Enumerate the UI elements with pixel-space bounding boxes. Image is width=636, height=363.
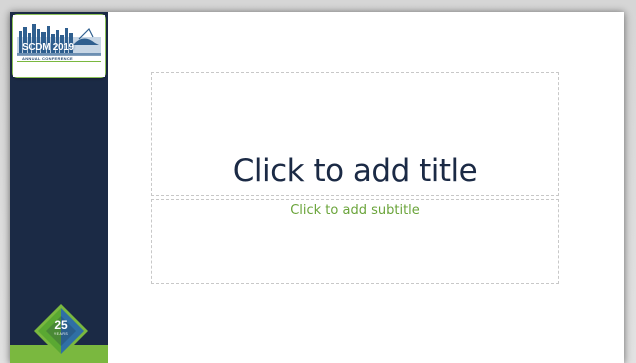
slide[interactable]: SCDM 2019 ANNUAL CONFERENCE 25 YEARS Cli… [10, 12, 624, 363]
subtitle-placeholder[interactable]: Click to add subtitle [151, 199, 559, 284]
slide-canvas: SCDM 2019 ANNUAL CONFERENCE 25 YEARS Cli… [0, 0, 636, 363]
subtitle-placeholder-text: Click to add subtitle [290, 203, 420, 218]
conference-logo: SCDM 2019 ANNUAL CONFERENCE [12, 14, 106, 78]
logo-subtitle: ANNUAL CONFERENCE [22, 56, 74, 61]
title-placeholder-text: Click to add title [232, 153, 478, 189]
badge-number: 25 [54, 318, 68, 332]
badge-label: YEARS [53, 332, 69, 336]
logo-title: SCDM 2019 [22, 42, 74, 53]
title-placeholder[interactable]: Click to add title [151, 72, 559, 196]
